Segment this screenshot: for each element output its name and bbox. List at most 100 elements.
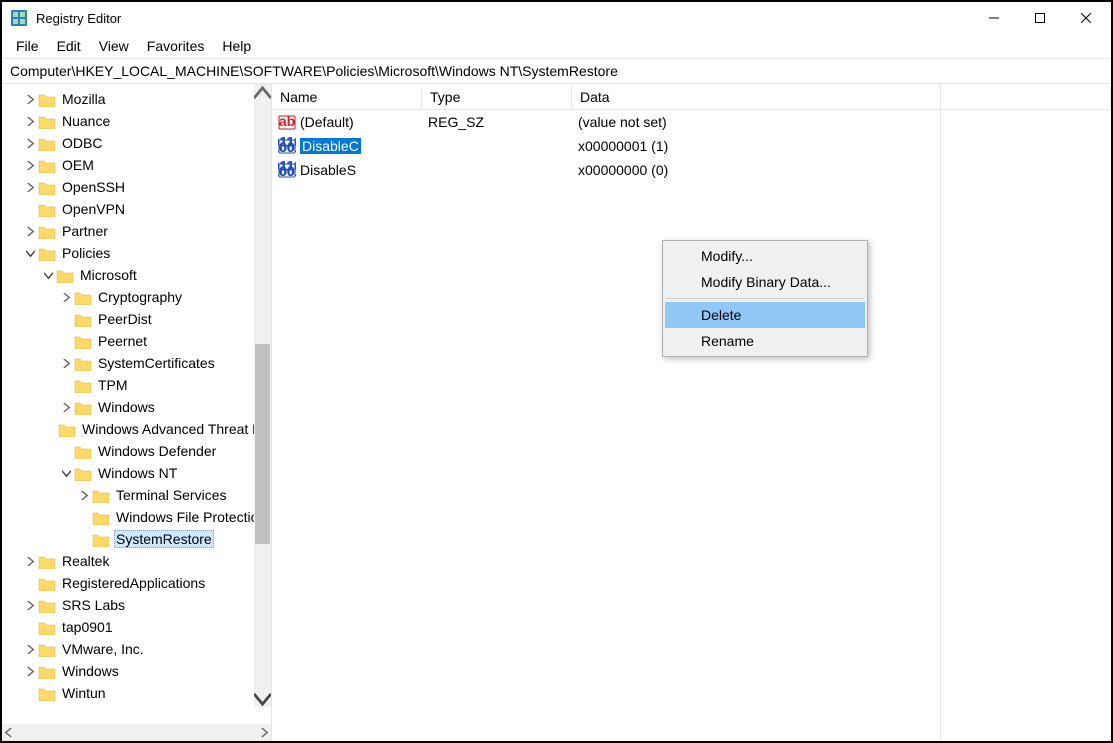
tree-item[interactable]: Wintun	[2, 682, 271, 704]
value-row[interactable]: (Default)REG_SZ(value not set)	[272, 110, 1111, 134]
folder-icon	[38, 664, 56, 679]
tree-item-label: Windows Advanced Threat Protection	[80, 421, 271, 437]
value-row[interactable]: DisableCx00000001 (1)	[272, 134, 1111, 158]
close-button[interactable]	[1063, 3, 1109, 33]
expand-closed-icon[interactable]	[22, 667, 38, 676]
address-bar[interactable]: Computer\HKEY_LOCAL_MACHINE\SOFTWARE\Pol…	[2, 58, 1111, 84]
context-modify-binary[interactable]: Modify Binary Data...	[665, 269, 865, 295]
registry-tree[interactable]: MozillaNuanceODBCOEMOpenSSHOpenVPNPartne…	[2, 84, 271, 724]
scrollbar-thumb[interactable]	[255, 344, 270, 544]
tree-item[interactable]: Cryptography	[2, 286, 271, 308]
expand-open-icon[interactable]	[58, 469, 74, 478]
menu-edit[interactable]: Edit	[49, 36, 89, 56]
maximize-button[interactable]	[1017, 3, 1063, 33]
tree-item-label: Terminal Services	[114, 487, 228, 503]
menubar: File Edit View Favorites Help	[2, 34, 1111, 58]
folder-icon	[38, 642, 56, 657]
tree-item[interactable]: Windows Advanced Threat Protection	[2, 418, 271, 440]
folder-icon	[38, 136, 56, 151]
tree-horizontal-scrollbar[interactable]	[2, 724, 271, 741]
expand-closed-icon[interactable]	[22, 161, 38, 170]
folder-icon	[74, 444, 92, 459]
expand-closed-icon[interactable]	[76, 491, 92, 500]
value-row[interactable]: DisableSx00000000 (0)	[272, 158, 1111, 182]
tree-item[interactable]: Peernet	[2, 330, 271, 352]
tree-vertical-scrollbar[interactable]	[254, 84, 271, 707]
tree-item[interactable]: Partner	[2, 220, 271, 242]
tree-item-label: PeerDist	[96, 311, 154, 327]
expand-closed-icon[interactable]	[58, 403, 74, 412]
tree-item-label: Windows	[96, 399, 157, 415]
tree-item-label: SystemRestore	[114, 530, 214, 548]
expand-closed-icon[interactable]	[58, 293, 74, 302]
values-pane[interactable]: Name Type Data (Default)REG_SZ(value not…	[272, 84, 1111, 741]
tree-item[interactable]: RegisteredApplications	[2, 572, 271, 594]
tree-item[interactable]: SystemCertificates	[2, 352, 271, 374]
scroll-down-icon[interactable]	[254, 690, 271, 707]
context-rename[interactable]: Rename	[665, 328, 865, 354]
tree-item[interactable]: SystemRestore	[2, 528, 271, 550]
tree-item[interactable]: Windows Defender	[2, 440, 271, 462]
expand-closed-icon[interactable]	[22, 95, 38, 104]
folder-icon	[74, 466, 92, 481]
folder-icon	[38, 180, 56, 195]
tree-item[interactable]: Windows NT	[2, 462, 271, 484]
context-delete[interactable]: Delete	[665, 302, 865, 328]
expand-closed-icon[interactable]	[58, 359, 74, 368]
folder-icon	[58, 422, 76, 437]
tree-item[interactable]: PeerDist	[2, 308, 271, 330]
menu-view[interactable]: View	[91, 36, 137, 56]
scroll-up-icon[interactable]	[254, 84, 271, 101]
tree-item[interactable]: ODBC	[2, 132, 271, 154]
tree-item[interactable]: Nuance	[2, 110, 271, 132]
tree-item-label: Windows NT	[96, 465, 179, 481]
expand-closed-icon[interactable]	[22, 117, 38, 126]
tree-item[interactable]: VMware, Inc.	[2, 638, 271, 660]
menu-help[interactable]: Help	[214, 36, 259, 56]
menu-favorites[interactable]: Favorites	[139, 36, 213, 56]
tree-item[interactable]: Policies	[2, 242, 271, 264]
scroll-right-icon[interactable]	[260, 728, 269, 737]
tree-item-label: Microsoft	[78, 267, 139, 283]
tree-item[interactable]: Mozilla	[2, 88, 271, 110]
tree-item[interactable]: Microsoft	[2, 264, 271, 286]
expand-closed-icon[interactable]	[22, 183, 38, 192]
folder-icon	[38, 224, 56, 239]
tree-item[interactable]: tap0901	[2, 616, 271, 638]
minimize-button[interactable]	[971, 3, 1017, 33]
expand-open-icon[interactable]	[40, 271, 56, 280]
tree-item[interactable]: Windows File Protection	[2, 506, 271, 528]
expand-closed-icon[interactable]	[22, 645, 38, 654]
menu-file[interactable]: File	[8, 36, 47, 56]
folder-icon	[92, 488, 110, 503]
registry-editor-window: Registry Editor File Edit View Favorites…	[0, 0, 1113, 743]
tree-item-label: Policies	[60, 245, 112, 261]
tree-item[interactable]: OEM	[2, 154, 271, 176]
context-modify[interactable]: Modify...	[665, 243, 865, 269]
tree-item[interactable]: OpenSSH	[2, 176, 271, 198]
tree-item[interactable]: Windows	[2, 396, 271, 418]
value-type	[422, 168, 572, 172]
expand-closed-icon[interactable]	[22, 227, 38, 236]
folder-icon	[74, 334, 92, 349]
tree-item[interactable]: TPM	[2, 374, 271, 396]
expand-open-icon[interactable]	[22, 249, 38, 258]
tree-item[interactable]: Terminal Services	[2, 484, 271, 506]
dword-value-icon	[278, 161, 296, 179]
folder-icon	[38, 686, 56, 701]
tree-item[interactable]: Windows	[2, 660, 271, 682]
column-name[interactable]: Name	[272, 86, 422, 108]
tree-item-label: TPM	[96, 377, 130, 393]
tree-item-label: Realtek	[60, 553, 111, 569]
titlebar[interactable]: Registry Editor	[2, 2, 1111, 34]
context-menu: Modify... Modify Binary Data... Delete R…	[662, 240, 868, 357]
expand-closed-icon[interactable]	[22, 139, 38, 148]
scroll-left-icon[interactable]	[4, 728, 13, 737]
tree-item[interactable]: Realtek	[2, 550, 271, 572]
column-type[interactable]: Type	[422, 86, 572, 108]
expand-closed-icon[interactable]	[22, 601, 38, 610]
tree-item[interactable]: SRS Labs	[2, 594, 271, 616]
column-data[interactable]: Data	[572, 86, 1111, 108]
tree-item[interactable]: OpenVPN	[2, 198, 271, 220]
expand-closed-icon[interactable]	[22, 557, 38, 566]
